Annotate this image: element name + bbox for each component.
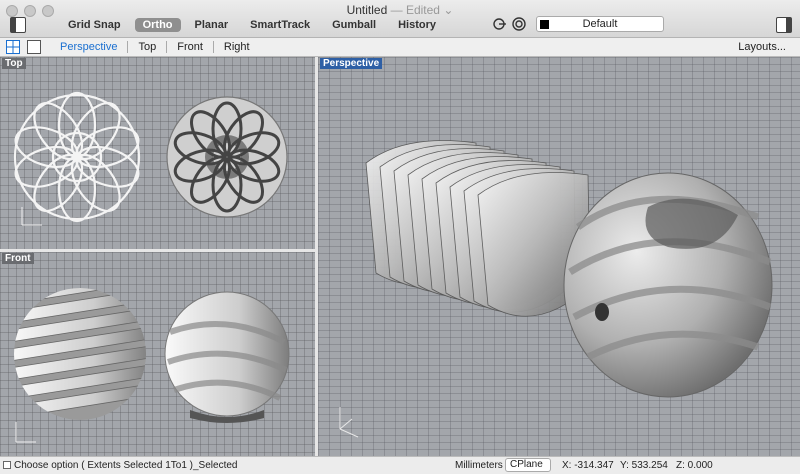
- title-chevron-icon[interactable]: ⌄: [443, 3, 453, 17]
- four-view-layout-icon[interactable]: [6, 40, 20, 54]
- window-title: Untitled — Edited ⌄: [0, 3, 800, 17]
- command-prompt-icon: [3, 461, 11, 469]
- z-coordinate: Z: 0.000: [676, 460, 713, 471]
- status-bar: Choose option ( Extents Selected 1To1 )_…: [0, 456, 800, 474]
- front-axis-indicator-icon: [15, 422, 36, 443]
- organic-sphere-perspective: [563, 172, 773, 398]
- ribbon-sphere-perspective: [365, 140, 591, 317]
- layer-color-swatch: [540, 20, 549, 29]
- title-toolbar: Untitled — Edited ⌄ Grid Snap Ortho Plan…: [0, 0, 800, 38]
- single-view-layout-icon[interactable]: [27, 40, 41, 54]
- layouts-button[interactable]: Layouts...: [738, 41, 786, 53]
- command-prompt-text: Choose option ( Extents Selected 1To1 )_…: [14, 460, 238, 471]
- record-history-icon[interactable]: [512, 17, 526, 31]
- right-sidebar-toggle-icon[interactable]: [776, 17, 792, 33]
- tab-top[interactable]: Top: [127, 41, 166, 53]
- gumball-toggle[interactable]: Gumball: [324, 18, 384, 32]
- perspective-axis-indicator-icon: [339, 407, 359, 438]
- tab-front[interactable]: Front: [166, 41, 213, 53]
- tab-perspective[interactable]: Perspective: [60, 41, 127, 53]
- cplane-selector[interactable]: CPlane: [505, 458, 551, 472]
- modeling-aids: Grid Snap Ortho Planar SmartTrack Gumbal…: [60, 18, 450, 32]
- ortho-toggle[interactable]: Ortho: [134, 18, 181, 32]
- layer-name: Default: [582, 18, 618, 30]
- perspective-objects: [339, 140, 773, 438]
- planar-toggle[interactable]: Planar: [187, 18, 237, 32]
- ribbon-sphere-front-view: [14, 288, 146, 420]
- tab-right[interactable]: Right: [212, 41, 260, 53]
- ring-sphere-top-view: [13, 91, 141, 223]
- edited-indicator: — Edited: [390, 3, 440, 17]
- units-label: Millimeters: [455, 460, 503, 471]
- organic-sphere-top-view: [166, 96, 288, 218]
- smarttrack-toggle[interactable]: SmartTrack: [242, 18, 318, 32]
- grid-snap-toggle[interactable]: Grid Snap: [60, 18, 129, 32]
- osnap-icon[interactable]: [492, 17, 506, 31]
- viewport-tab-bar: Perspective Top Front Right Layouts...: [0, 38, 800, 57]
- current-layer-selector[interactable]: Default: [536, 16, 664, 32]
- front-view-objects: [14, 288, 290, 443]
- top-view-objects: [13, 91, 288, 226]
- perspective-viewport[interactable]: Perspective: [318, 57, 800, 456]
- history-toggle[interactable]: History: [390, 18, 444, 32]
- y-coordinate: Y: 533.254: [620, 460, 668, 471]
- left-sidebar-toggle-icon[interactable]: [10, 17, 26, 33]
- view-tabs: Perspective Top Front Right: [60, 41, 260, 53]
- organic-sphere-front-view: [164, 291, 290, 423]
- front-viewport[interactable]: Front: [0, 252, 315, 456]
- top-viewport[interactable]: Top: [0, 57, 315, 249]
- document-name: Untitled: [346, 3, 388, 17]
- x-coordinate: X: -314.347: [562, 460, 614, 471]
